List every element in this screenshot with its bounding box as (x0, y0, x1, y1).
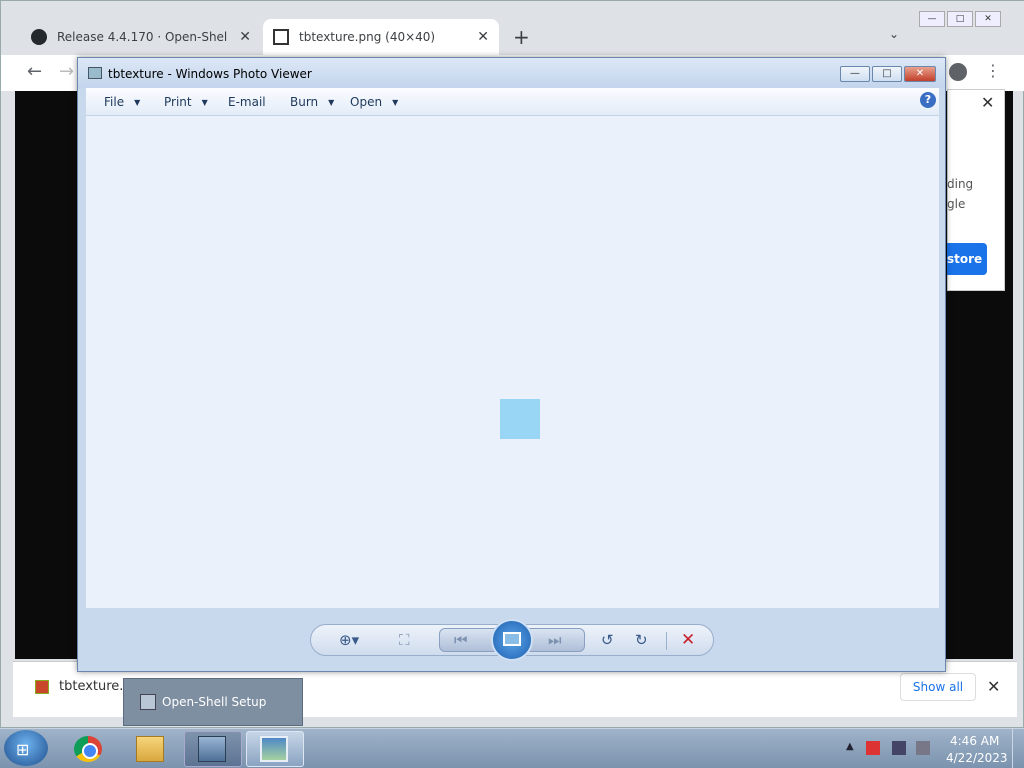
slideshow-button[interactable] (491, 619, 533, 661)
tab-release[interactable]: Release 4.4.170 · Open-Shell/Open ✕ (21, 19, 261, 55)
maximize-button[interactable]: □ (872, 66, 902, 82)
delete-button[interactable]: ✕ (681, 630, 695, 650)
show-all-button[interactable]: Show all (900, 673, 976, 701)
preview-label: Open-Shell Setup (162, 695, 267, 709)
help-icon[interactable]: ? (920, 92, 936, 108)
popup-text: ding (947, 177, 974, 191)
caret-down-icon: ▼ (134, 97, 141, 107)
library-icon (273, 29, 289, 45)
zoom-button[interactable]: ⊕▾ (339, 631, 359, 649)
popup-text: gle (947, 197, 966, 211)
caret-down-icon: ▼ (201, 97, 208, 107)
close-button[interactable]: ✕ (904, 66, 936, 82)
actual-size-button[interactable]: ⛶ (399, 631, 410, 649)
rotate-left-button[interactable]: ↺ (601, 631, 614, 649)
tab-title: Release 4.4.170 · Open-Shell/Open (57, 30, 227, 44)
volume-muted-icon[interactable] (916, 741, 930, 755)
close-tab-icon[interactable]: ✕ (239, 29, 251, 45)
tab-title: tbtexture.png (40×40) (299, 30, 436, 44)
preview-item[interactable]: Open-Shell Setup (140, 694, 266, 710)
new-tab-button[interactable]: + (513, 25, 530, 49)
tab-tbtexture[interactable]: tbtexture.png (40×40) ✕ (263, 19, 499, 55)
close-tab-icon[interactable]: ✕ (477, 29, 489, 45)
previous-button[interactable]: ⏮ (454, 631, 468, 649)
next-button[interactable]: ⏭ (548, 631, 562, 649)
caret-down-icon: ▼ (392, 97, 399, 107)
menu-label: Print (164, 95, 192, 109)
menu-burn[interactable]: Burn ▼ (290, 95, 334, 109)
popup-button[interactable]: store (947, 243, 987, 275)
window-title: tbtexture - Windows Photo Viewer (108, 67, 312, 81)
image-canvas (86, 116, 939, 608)
menu-icon[interactable]: ⋮ (985, 61, 1001, 80)
caret-down-icon: ▼ (328, 97, 335, 107)
window-controls: — □ ✕ (840, 66, 936, 82)
tab-strip: Release 4.4.170 · Open-Shell/Open ✕ tbte… (1, 1, 1024, 55)
menu-label: Burn (290, 95, 319, 109)
setup-icon (198, 736, 226, 762)
back-button[interactable]: ← (27, 61, 42, 82)
minimize-button[interactable]: — (840, 66, 870, 82)
close-icon[interactable]: ✕ (981, 93, 994, 112)
action-center-icon[interactable] (866, 741, 880, 755)
separator (666, 632, 667, 650)
menu-label: E-mail (228, 95, 266, 109)
menu-label: Open (350, 95, 383, 109)
github-icon (31, 29, 47, 45)
menu-file[interactable]: File ▼ (104, 95, 140, 109)
menu-open[interactable]: Open ▼ (350, 95, 398, 109)
close-button[interactable]: ✕ (975, 11, 1001, 27)
photo-viewer-icon (260, 736, 288, 762)
displayed-image (500, 399, 540, 439)
rotate-right-button[interactable]: ↻ (635, 631, 648, 649)
setup-icon (140, 694, 156, 710)
show-hidden-icons[interactable]: ▲ (846, 741, 854, 752)
tab-search-icon[interactable]: ⌄ (889, 27, 899, 41)
clock-time[interactable]: 4:46 AM (950, 734, 999, 748)
control-bar: ⊕▾ ⛶ ⏮ ⏭ ↺ ↻ ✕ (310, 619, 714, 661)
network-icon[interactable] (892, 741, 906, 755)
windows-logo-icon: ⊞ (16, 740, 30, 759)
forward-button[interactable]: → (59, 61, 74, 82)
minimize-button[interactable]: — (919, 11, 945, 27)
photo-viewer-window: tbtexture - Windows Photo Viewer — □ ✕ F… (77, 57, 946, 672)
folder-icon (136, 736, 164, 762)
chrome-icon (74, 736, 102, 762)
maximize-button[interactable]: □ (947, 11, 973, 27)
menu-email[interactable]: E-mail (228, 95, 266, 109)
profile-icon[interactable] (949, 63, 967, 81)
clock-date[interactable]: 4/22/2023 (946, 751, 1008, 765)
menu-label: File (104, 95, 125, 109)
slideshow-icon (503, 632, 521, 646)
chrome-window-controls: — □ ✕ (919, 11, 1001, 27)
close-download-bar-icon[interactable]: ✕ (987, 677, 1000, 696)
file-icon (35, 679, 49, 694)
menu-bar: File ▼ Print ▼ E-mail Burn ▼ Open ▼ ? (86, 88, 939, 116)
title-bar[interactable]: tbtexture - Windows Photo Viewer — □ ✕ (78, 58, 945, 88)
photo-viewer-icon (88, 67, 102, 79)
download-filename: tbtexture.p (59, 679, 132, 694)
menu-print[interactable]: Print ▼ (164, 95, 208, 109)
show-desktop-button[interactable] (1012, 729, 1024, 768)
download-item[interactable]: tbtexture.p (35, 679, 132, 694)
